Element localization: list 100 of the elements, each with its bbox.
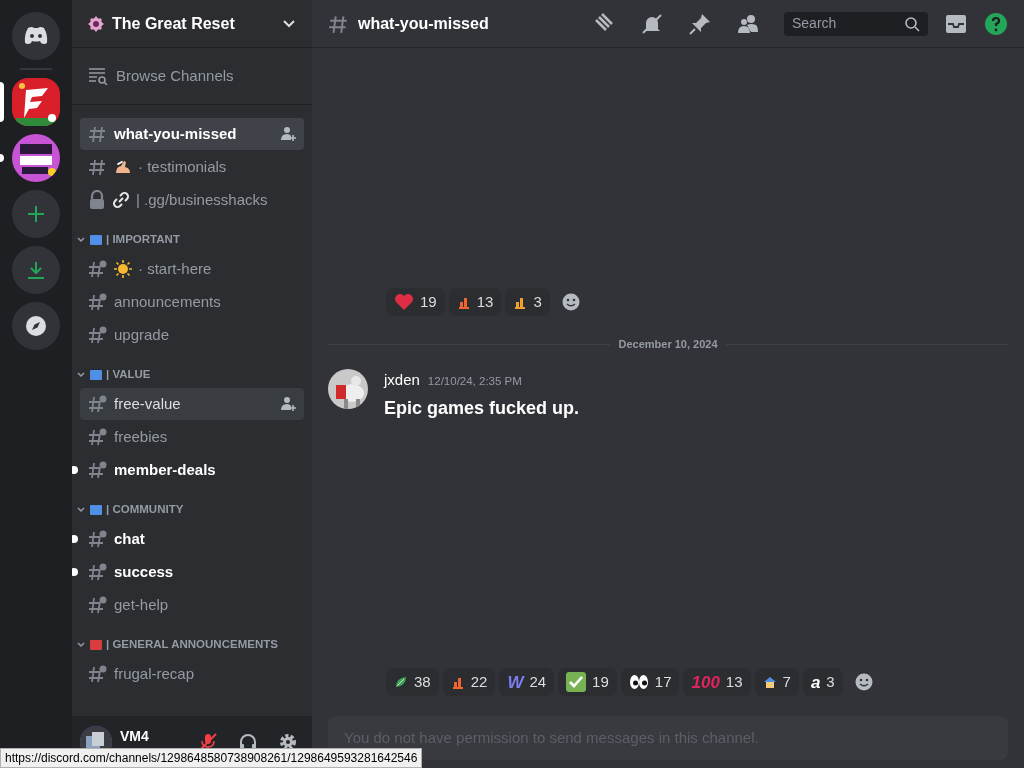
heart-icon [394,293,414,311]
hash-icon [88,394,108,414]
hand-icon [114,159,132,175]
reaction-chip[interactable]: 13 [448,288,502,316]
channel-name: what-you-missed [114,123,237,144]
channel-item[interactable]: announcements [80,286,304,318]
add-member-icon[interactable] [280,396,296,412]
reaction-chip[interactable]: 22 [442,668,496,696]
server-icon[interactable] [12,134,60,182]
reaction-count: 7 [782,671,791,692]
channel-item[interactable]: frugal-recap [80,658,304,690]
hash-icon [88,529,108,549]
hash-icon [88,325,108,345]
reaction-chip[interactable]: 3 [505,288,550,316]
category-name: | COMMUNITY [106,502,184,518]
reaction-count: 3 [533,291,542,312]
category-name: | GENERAL ANNOUNCEMENTS [106,637,278,653]
smiley-icon [561,293,580,311]
author-name[interactable]: jxden [384,368,420,391]
plus-icon [27,205,45,223]
chevron-down-icon [76,506,86,514]
channel-name: free-value [114,393,181,414]
house-icon [762,675,777,689]
help-icon[interactable] [984,11,1008,36]
smiley-icon [854,673,873,691]
hash-icon [88,292,108,312]
channel-item[interactable]: upgrade [80,319,304,351]
hash-icon [88,562,108,582]
reaction-chip[interactable]: a 3 [802,668,843,696]
hash-icon [88,460,108,480]
reaction-count: 24 [529,671,547,692]
chevron-down-icon [76,641,86,649]
home-button[interactable] [12,12,60,60]
date-divider: December 10, 2024 [618,337,718,352]
leaf-icon [394,675,408,689]
channel-item[interactable]: free-value [80,388,304,420]
checkmark-icon [566,672,587,692]
reaction-chip[interactable]: 100 13 [683,668,751,696]
pin-icon[interactable] [688,11,712,36]
reaction-chip[interactable]: 19 [558,668,617,696]
download-icon [26,260,46,280]
channel-item[interactable]: · testimonials [80,151,304,183]
message-timestamp: 12/10/24, 2:35 PM [427,373,522,389]
channel-item[interactable]: what-you-missed [80,118,304,150]
channel-name: frugal-recap [114,663,195,684]
reaction-chip[interactable]: 17 [620,668,680,696]
add-member-icon[interactable] [280,126,296,142]
reaction-chip[interactable]: W 24 [499,668,555,696]
browse-channels-item[interactable]: Browse Channels [80,56,304,96]
search-field[interactable]: Search [784,11,928,36]
category-header[interactable]: | VALUE [72,363,312,387]
hash-icon [88,124,108,144]
emoji-letter: 100 [691,673,720,691]
channel-item[interactable]: freebies [80,421,304,453]
channel-name: success [114,561,174,582]
channel-item[interactable]: success [80,556,304,588]
channel-item[interactable]: member-deals [80,454,304,486]
hash-icon [88,157,108,177]
channel-name: get-help [114,594,169,615]
channel-title: what-you-missed [358,13,490,34]
channel-item[interactable]: · start-here [80,253,304,285]
reaction-chip[interactable]: 7 [754,668,799,696]
eyes-icon [628,674,649,690]
channel-name: upgrade [114,324,170,345]
hash-icon [88,595,108,615]
channel-name: · start-here [138,258,212,279]
reaction-count: 19 [420,291,437,312]
compass-icon [25,315,47,337]
reaction-chip[interactable]: 38 [386,668,439,696]
category-name: | IMPORTANT [106,232,180,248]
hash-icon [88,427,108,447]
channel-name: member-deals [114,459,216,480]
channel-name: · testimonials [138,156,227,177]
reaction-chip[interactable]: 19 [386,288,445,316]
chevron-down-icon [76,236,86,244]
channel-item[interactable]: chat [80,523,304,555]
category-header[interactable]: | GENERAL ANNOUNCEMENTS [72,633,312,657]
explore-button[interactable] [12,302,60,350]
channel-item[interactable]: | .gg/businesshacks [80,184,304,216]
list-search-icon [88,67,108,85]
category-name: | VALUE [106,367,151,383]
download-button[interactable] [12,246,60,294]
username: VM4 [120,726,150,746]
author-avatar[interactable] [328,368,368,409]
controller-icon [23,26,49,46]
channel-item[interactable]: get-help [80,589,304,621]
hash-icon [88,259,108,279]
server-header[interactable]: The Great Reset [72,0,312,48]
selected-indicator [0,82,4,122]
add-server-button[interactable] [12,190,60,238]
category-header[interactable]: | COMMUNITY [72,498,312,522]
link-icon [112,191,130,209]
chevron-down-icon [76,371,86,379]
muted-bell-icon[interactable] [640,11,664,36]
reaction-count: 22 [470,671,488,692]
reaction-count: 3 [826,671,835,692]
category-header[interactable]: | IMPORTANT [72,228,312,252]
lock-icon [88,190,106,210]
chevron-down-icon [282,18,296,29]
server-icon[interactable] [12,78,60,126]
